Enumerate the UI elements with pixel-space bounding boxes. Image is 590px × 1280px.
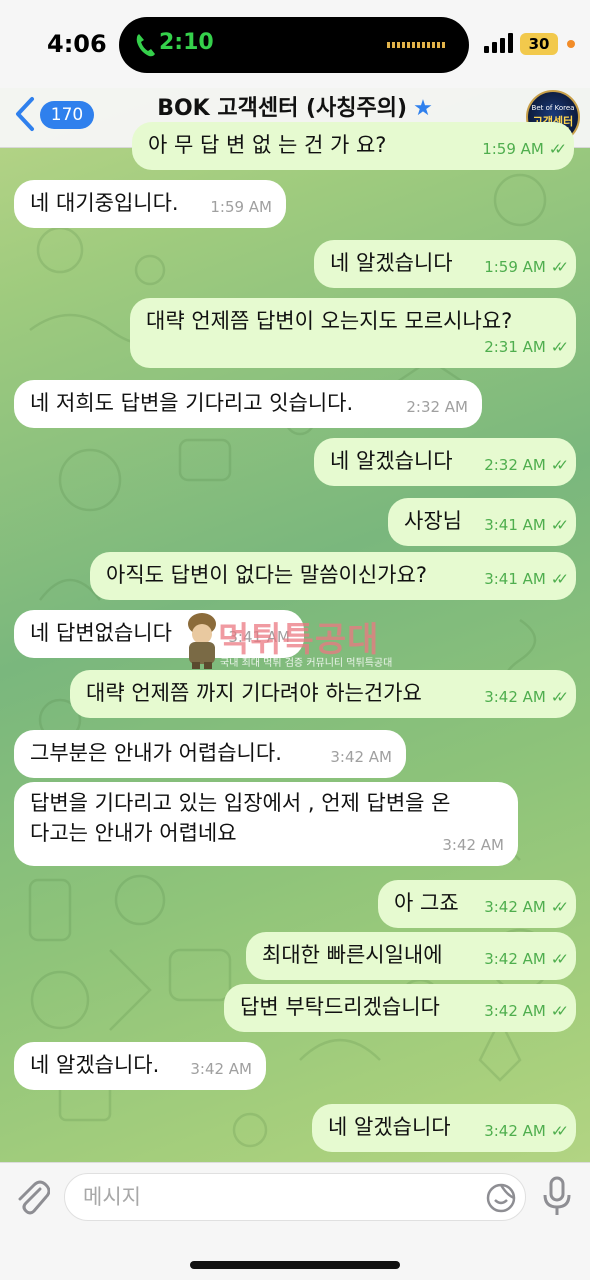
message-bubble[interactable]: 아직도 답변이 없다는 말씀이신가요? 3:41 AM ✓✓: [90, 552, 576, 600]
message-meta: 2:31 AM ✓✓: [484, 332, 569, 362]
privacy-indicator: [567, 40, 575, 48]
status-bar: 4:06 2:10 30: [0, 0, 590, 88]
chat-title[interactable]: BOK 고객센터 (사칭주의) ★: [0, 90, 590, 122]
message-meta: 2:32 AM: [406, 392, 468, 422]
message-meta: 3:42 AM: [330, 742, 392, 772]
message-time: 3:42 AM: [484, 1122, 546, 1140]
message-meta: 1:59 AM: [210, 192, 272, 222]
message-meta: 3:42 AM ✓✓: [484, 682, 569, 712]
message-time: 1:59 AM: [482, 140, 544, 158]
message-bubble[interactable]: 네 대기중입니다. 1:59 AM: [14, 180, 286, 228]
message-meta: 3:41 AM ✓✓: [484, 510, 569, 540]
microphone-icon[interactable]: [540, 1175, 574, 1219]
clock: 4:06: [47, 30, 107, 58]
message-time: 2:32 AM: [484, 456, 546, 474]
double-check-icon: ✓✓: [550, 898, 569, 916]
double-check-icon: ✓✓: [550, 1122, 569, 1140]
message-bubble[interactable]: 네 알겠습니다. 3:42 AM: [14, 1042, 266, 1090]
phone-icon: [136, 34, 155, 57]
message-bubble[interactable]: 네 저희도 답변을 기다리고 잇습니다. 2:32 AM: [14, 380, 482, 428]
audio-waveform-icon: [387, 42, 447, 48]
watermark: 먹튀특공대 국내 최대 먹튀 검증 커뮤니티 먹튀특공대: [180, 610, 420, 680]
message-composer: [0, 1162, 590, 1280]
message-meta: 3:42 AM: [190, 1054, 252, 1084]
signal-icon: [484, 33, 513, 53]
message-input-box[interactable]: [64, 1173, 526, 1221]
message-time: 1:59 AM: [210, 198, 272, 216]
message-meta: 3:42 AM ✓✓: [484, 996, 569, 1026]
message-bubble[interactable]: 네 알겠습니다 1:59 AM ✓✓: [314, 240, 576, 288]
message-meta: 1:59 AM ✓✓: [484, 252, 569, 282]
message-time: 2:31 AM: [484, 338, 546, 356]
avatar-text-1: Bet of Korea: [531, 104, 575, 112]
message-meta: 3:42 AM ✓✓: [484, 892, 569, 922]
message-time: 3:42 AM: [442, 836, 504, 854]
message-meta: 3:42 AM ✓✓: [484, 1116, 569, 1146]
double-check-icon: ✓✓: [550, 688, 569, 706]
star-icon: ★: [413, 96, 433, 121]
message-bubble[interactable]: 아 그죠 3:42 AM ✓✓: [378, 880, 576, 928]
message-text: 네 저희도 답변을 기다리고 잇습니다.: [30, 391, 354, 415]
message-time: 3:42 AM: [330, 748, 392, 766]
dynamic-island-call[interactable]: 2:10: [119, 17, 469, 73]
chat-title-text: BOK 고객센터 (사칭주의): [157, 96, 408, 121]
message-meta: 3:42 AM ✓✓: [484, 944, 569, 974]
message-time: 3:42 AM: [190, 1060, 252, 1078]
message-time: 1:59 AM: [484, 258, 546, 276]
message-meta: 2:32 AM ✓✓: [484, 450, 569, 480]
message-bubble[interactable]: 아 무 답 변 없 는 건 가 요? 1:59 AM ✓✓: [132, 122, 574, 170]
battery-icon: 30: [520, 33, 558, 55]
message-time: 3:41 AM: [484, 516, 546, 534]
message-time: 3:42 AM: [484, 950, 546, 968]
message-bubble[interactable]: 사장님 3:41 AM ✓✓: [388, 498, 576, 546]
message-time: 3:42 AM: [484, 688, 546, 706]
message-bubble[interactable]: 네 알겠습니다 2:32 AM ✓✓: [314, 438, 576, 486]
message-bubble[interactable]: 대략 언제쯤 답변이 오는지도 모르시나요? 2:31 AM ✓✓: [130, 298, 576, 368]
message-text: 답변을 기다리고 있는 입장에서 , 언제 답변을 온 다고는 안내가 어렵네요: [30, 791, 451, 845]
message-bubble[interactable]: 네 알겠습니다 3:42 AM ✓✓: [312, 1104, 576, 1152]
message-time: 3:42 AM: [484, 1002, 546, 1020]
double-check-icon: ✓✓: [550, 338, 569, 356]
message-time: 3:41 AM: [484, 570, 546, 588]
message-input[interactable]: [83, 1182, 463, 1212]
double-check-icon: ✓✓: [550, 1002, 569, 1020]
double-check-icon: ✓✓: [548, 140, 567, 158]
call-duration: 2:10: [159, 30, 214, 55]
double-check-icon: ✓✓: [550, 950, 569, 968]
double-check-icon: ✓✓: [550, 516, 569, 534]
message-bubble[interactable]: 답변을 기다리고 있는 입장에서 , 언제 답변을 온 다고는 안내가 어렵네요…: [14, 782, 518, 866]
message-meta: 3:41 AM ✓✓: [484, 564, 569, 594]
message-time: 2:32 AM: [406, 398, 468, 416]
message-bubble[interactable]: 답변 부탁드리겠습니다 3:42 AM ✓✓: [224, 984, 576, 1032]
double-check-icon: ✓✓: [550, 456, 569, 474]
message-bubble[interactable]: 최대한 빠른시일내에 3:42 AM ✓✓: [246, 932, 576, 980]
message-bubble[interactable]: 그부분은 안내가 어렵습니다. 3:42 AM: [14, 730, 406, 778]
message-time: 3:42 AM: [484, 898, 546, 916]
watermark-subtitle: 국내 최대 먹튀 검증 커뮤니티 먹튀특공대: [220, 658, 393, 669]
paperclip-icon[interactable]: [14, 1177, 50, 1217]
double-check-icon: ✓✓: [550, 258, 569, 276]
home-indicator[interactable]: [190, 1261, 400, 1269]
message-meta: 3:42 AM: [442, 830, 504, 860]
double-check-icon: ✓✓: [550, 570, 569, 588]
message-meta: 1:59 AM ✓✓: [482, 134, 567, 164]
sticker-icon[interactable]: [485, 1182, 517, 1214]
